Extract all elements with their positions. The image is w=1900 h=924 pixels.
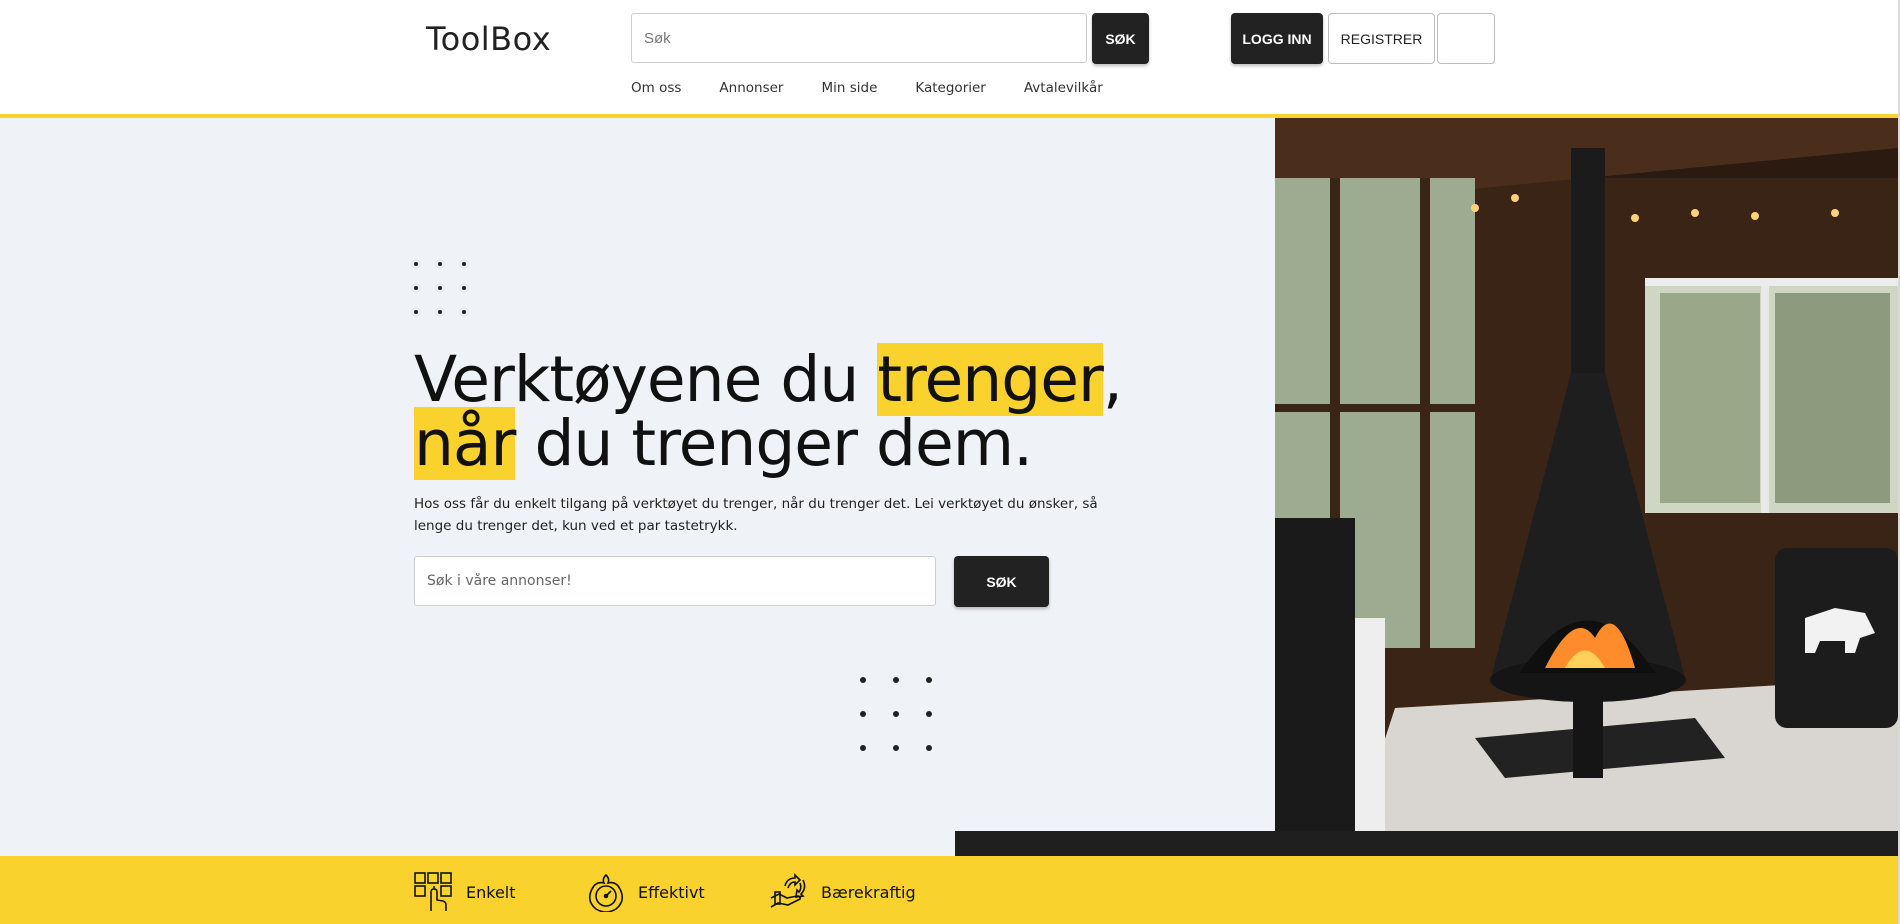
feature-label-enkelt: Enkelt (466, 882, 516, 902)
nav-item-annonser[interactable]: Annonser (719, 80, 783, 96)
hero-image-footer-block (955, 831, 1898, 856)
feature-baerekraftig: Bærekraftig (769, 872, 916, 912)
decorative-dots-top (414, 262, 466, 314)
headline-part-1: Verktøyene du (414, 343, 878, 416)
login-button[interactable]: LOGG INN (1231, 13, 1323, 64)
headline-highlight-trenger: trenger (877, 343, 1104, 416)
site-header: ToolBox SØK LOGG INN REGISTRER Om oss An… (0, 0, 1900, 114)
register-button[interactable]: REGISTRER (1328, 13, 1435, 64)
hero-headline: Verktøyene du trenger, når du trenger dem… (414, 343, 1134, 480)
nav-item-min-side[interactable]: Min side (821, 80, 877, 96)
stopwatch-icon (588, 873, 624, 912)
hero-search-button[interactable]: SØK (954, 556, 1049, 607)
feature-label-baerekraftig: Bærekraftig (821, 882, 916, 902)
nav-item-avtalevilkar[interactable]: Avtalevilkår (1024, 80, 1103, 96)
headline-highlight-nar: når (414, 407, 516, 480)
feature-label-effektivt: Effektivt (638, 882, 705, 902)
headline-part-2: , (1102, 343, 1123, 416)
hand-recycle-icon (770, 873, 806, 908)
header-search-input[interactable] (631, 13, 1087, 63)
hero-image (1275, 118, 1898, 831)
headline-part-3: du trenger dem. (515, 407, 1033, 480)
feature-enkelt: Enkelt (414, 872, 516, 912)
feature-effektivt: Effektivt (586, 872, 705, 912)
decorative-dots-bottom (860, 677, 932, 751)
keyboard-hand-icon (414, 872, 452, 911)
logo[interactable]: ToolBox (426, 20, 551, 58)
main-nav: Om oss Annonser Min side Kategorier Avta… (631, 80, 1141, 96)
header-search-button[interactable]: SØK (1092, 13, 1149, 64)
nav-item-kategorier[interactable]: Kategorier (915, 80, 985, 96)
menu-button[interactable] (1437, 13, 1495, 64)
hero-intro-text: Hos oss får du enkelt tilgang på verktøy… (414, 496, 1098, 534)
nav-item-om-oss[interactable]: Om oss (631, 80, 681, 96)
hero-search-input[interactable] (414, 556, 936, 606)
feature-bar: Enkelt Effektivt Bærekraftig (0, 856, 1900, 924)
